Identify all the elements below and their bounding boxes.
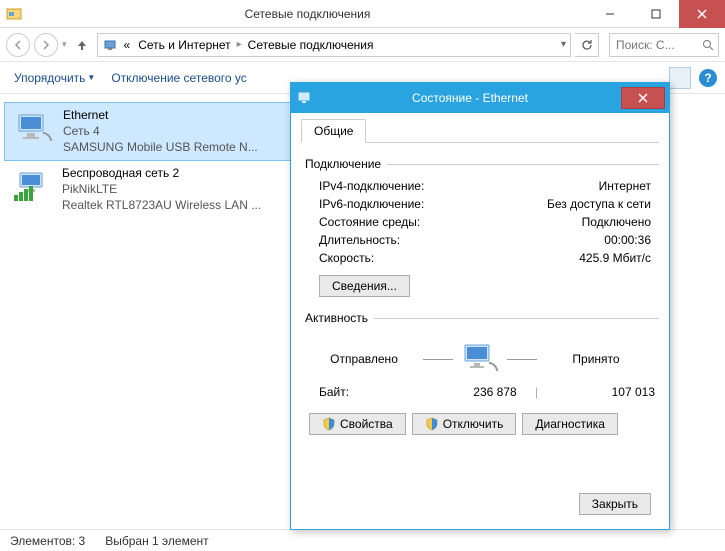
duration-row: Длительность:00:00:36	[319, 231, 651, 249]
breadcrumb-connections[interactable]: Сетевые подключения	[246, 38, 376, 52]
nav-row: ▾ « Сеть и Интернет ▸ Сетевые подключени…	[0, 28, 725, 62]
help-button[interactable]: ?	[699, 69, 717, 87]
details-button[interactable]: Сведения...	[319, 275, 410, 297]
connection-device: SAMSUNG Mobile USB Remote N...	[63, 139, 258, 155]
shield-icon	[425, 417, 439, 431]
diagnose-button[interactable]: Диагностика	[522, 413, 618, 435]
bytes-sent: 236 878	[418, 385, 517, 399]
tab-general[interactable]: Общие	[301, 119, 366, 143]
minimize-button[interactable]	[587, 0, 633, 28]
speed-row: Скорость:425.9 Мбит/с	[319, 249, 651, 267]
wifi-icon	[12, 165, 54, 207]
activity-icon	[457, 339, 503, 379]
activity-graphic: Отправлено Принято	[301, 339, 659, 379]
connection-network: PikNikLTE	[62, 181, 261, 197]
selection-info: Выбран 1 элемент	[105, 534, 208, 548]
close-button[interactable]	[679, 0, 725, 28]
dialog-titlebar: Состояние - Ethernet	[291, 83, 669, 113]
connection-device: Realtek RTL8723AU Wireless LAN ...	[62, 197, 261, 213]
activity-section-header: Активность	[305, 311, 659, 325]
dialog-icon	[297, 90, 313, 106]
chevron-right-icon: ▸	[237, 39, 242, 50]
close-dialog-button[interactable]: Закрыть	[579, 493, 651, 515]
properties-button[interactable]: Свойства	[309, 413, 406, 435]
connection-item-ethernet[interactable]: Ethernet Сеть 4 SAMSUNG Mobile USB Remot…	[4, 102, 294, 161]
ipv6-row: IPv6-подключение:Без доступа к сети	[319, 195, 651, 213]
connection-item-wifi[interactable]: Беспроводная сеть 2 PikNikLTE Realtek RT…	[4, 161, 294, 218]
search-icon	[702, 39, 714, 51]
network-folder-icon	[6, 6, 22, 22]
window-title: Сетевые подключения	[28, 7, 587, 21]
recv-label: Принято	[541, 352, 651, 366]
up-button[interactable]	[71, 34, 93, 56]
ethernet-icon	[13, 107, 55, 149]
tab-bar: Общие	[301, 119, 659, 143]
shield-icon	[322, 417, 336, 431]
view-options-button[interactable]	[669, 67, 691, 89]
bytes-row: Байт: 236 878 | 107 013	[301, 383, 659, 399]
network-icon	[102, 37, 118, 53]
search-input[interactable]	[614, 37, 700, 53]
connection-name: Ethernet	[63, 107, 258, 123]
address-dropdown-icon[interactable]: ▾	[561, 39, 566, 50]
status-dialog: Состояние - Ethernet Общие Подключение I…	[290, 82, 670, 530]
dialog-title: Состояние - Ethernet	[319, 91, 621, 105]
forward-button[interactable]	[34, 33, 58, 57]
disable-device-button[interactable]: Отключение сетевого ус	[105, 67, 252, 89]
disable-button[interactable]: Отключить	[412, 413, 517, 435]
breadcrumb-network[interactable]: Сеть и Интернет	[136, 38, 232, 52]
history-dropdown-icon[interactable]: ▾	[62, 39, 67, 50]
refresh-button[interactable]	[575, 33, 599, 57]
back-button[interactable]	[6, 33, 30, 57]
breadcrumb-prefix: «	[122, 38, 133, 52]
address-bar[interactable]: « Сеть и Интернет ▸ Сетевые подключения …	[97, 33, 571, 57]
bytes-recv: 107 013	[556, 385, 655, 399]
maximize-button[interactable]	[633, 0, 679, 28]
connection-section-header: Подключение	[305, 157, 659, 171]
media-row: Состояние среды:Подключено	[319, 213, 651, 231]
item-count: Элементов: 3	[10, 534, 85, 548]
search-box[interactable]	[609, 33, 719, 57]
connection-network: Сеть 4	[63, 123, 258, 139]
explorer-titlebar: Сетевые подключения	[0, 0, 725, 28]
status-bar: Элементов: 3 Выбран 1 элемент	[0, 529, 725, 551]
ipv4-row: IPv4-подключение:Интернет	[319, 177, 651, 195]
dialog-close-button[interactable]	[621, 87, 665, 109]
organize-button[interactable]: Упорядочить▼	[8, 67, 101, 89]
connection-name: Беспроводная сеть 2	[62, 165, 261, 181]
sent-label: Отправлено	[309, 352, 419, 366]
